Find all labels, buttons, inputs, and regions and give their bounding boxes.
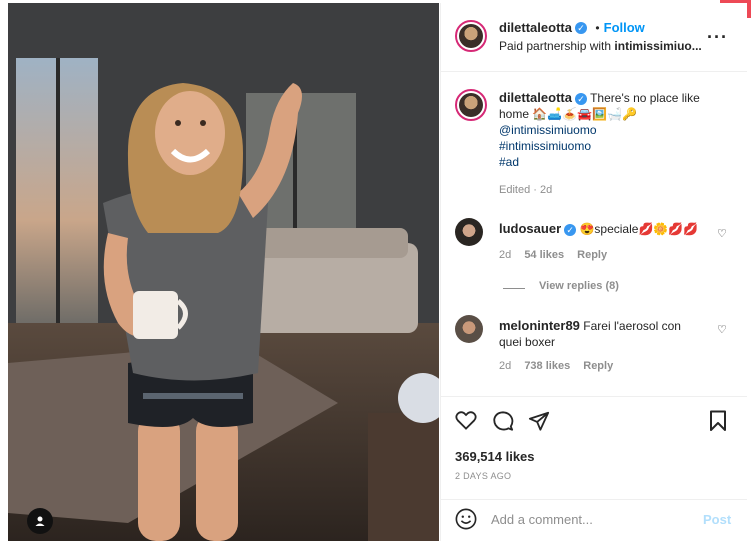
commenter-avatar[interactable]	[455, 315, 483, 343]
caption-mention[interactable]: @intimissimiuomo	[499, 122, 734, 138]
comment-2-meta: 2d 738 likes Reply	[499, 360, 613, 372]
caption-username[interactable]: dilettaleotta	[499, 90, 572, 105]
caption-hashtag-2[interactable]: #ad	[499, 154, 734, 170]
commenter-avatar[interactable]	[455, 218, 483, 246]
save-bookmark-icon[interactable]	[709, 410, 727, 432]
comment-bubble-icon[interactable]	[492, 410, 514, 432]
replies-divider	[503, 288, 525, 289]
author-avatar[interactable]	[455, 20, 487, 52]
post-comment-button[interactable]: Post	[703, 512, 731, 527]
photo-illustration	[8, 3, 439, 541]
comment-age: 2d	[499, 249, 512, 261]
header-user-line: dilettaleotta ✓ • Follow	[499, 19, 645, 37]
more-options-icon[interactable]: ···	[707, 27, 728, 48]
comment-likes[interactable]: 54 likes	[524, 249, 564, 261]
partnership-prefix: Paid partnership with	[499, 39, 615, 53]
comment-username[interactable]: meloninter89	[499, 318, 580, 333]
comment-2: meloninter89 Farei l'aerosol con quei bo…	[499, 318, 704, 350]
comment-1-meta: 2d 54 likes Reply	[499, 249, 607, 261]
reply-button[interactable]: Reply	[583, 360, 613, 372]
caption-text-line2: home 🏠🛋️🍝🚘🖼️🛁🔑	[499, 107, 637, 121]
comment-1: ludosauer ✓ 😍speciale💋🌼💋💋	[499, 221, 698, 236]
emoji-icon[interactable]	[455, 508, 477, 530]
comment-likes[interactable]: 738 likes	[524, 360, 570, 372]
post-timestamp[interactable]: 2 DAYS AGO	[455, 471, 511, 481]
partner-link[interactable]: intimissimiuo...	[614, 39, 701, 53]
like-heart-icon[interactable]	[455, 410, 477, 430]
comment-text-line2: quei boxer	[499, 335, 556, 349]
verified-icon: ✓	[574, 92, 587, 105]
comment-username[interactable]: ludosauer	[499, 221, 561, 236]
caption-hashtag-1[interactable]: #intimissimiuomo	[499, 138, 734, 154]
author-username[interactable]: dilettaleotta	[499, 20, 572, 35]
share-send-icon[interactable]	[528, 410, 550, 432]
comment-like-icon[interactable]: ♡	[717, 323, 727, 336]
post-side-panel: dilettaleotta ✓ • Follow Paid partnership …	[440, 3, 747, 541]
post-photo[interactable]	[8, 3, 439, 541]
verified-icon: ✓	[564, 223, 577, 236]
tagged-user-button[interactable]	[27, 508, 53, 534]
view-replies-button[interactable]: View replies (8)	[539, 280, 619, 292]
caption-avatar[interactable]	[455, 89, 487, 121]
paid-partnership-line: Paid partnership with intimissimiuo...	[499, 39, 702, 53]
separator-dot: •	[595, 21, 600, 35]
caption-edited: Edited · 2d	[499, 184, 553, 196]
caption-text-line1: There's no place like	[590, 91, 700, 105]
comment-text: 😍speciale💋🌼💋💋	[579, 222, 699, 236]
comment-age: 2d	[499, 360, 512, 372]
comment-like-icon[interactable]: ♡	[717, 227, 727, 240]
reply-button[interactable]: Reply	[577, 249, 607, 261]
comment-input[interactable]: Add a comment...	[491, 512, 593, 527]
follow-button[interactable]: Follow	[604, 20, 645, 35]
verified-icon: ✓	[574, 21, 587, 34]
caption: dilettaleotta ✓ There's no place like hom…	[499, 90, 734, 198]
comment-text-line1: Farei l'aerosol con	[583, 319, 681, 333]
composer-divider	[441, 499, 747, 500]
likes-count[interactable]: 369,514 likes	[455, 449, 535, 464]
user-icon	[35, 516, 45, 526]
post-header: dilettaleotta ✓ • Follow Paid partnership …	[441, 3, 747, 72]
